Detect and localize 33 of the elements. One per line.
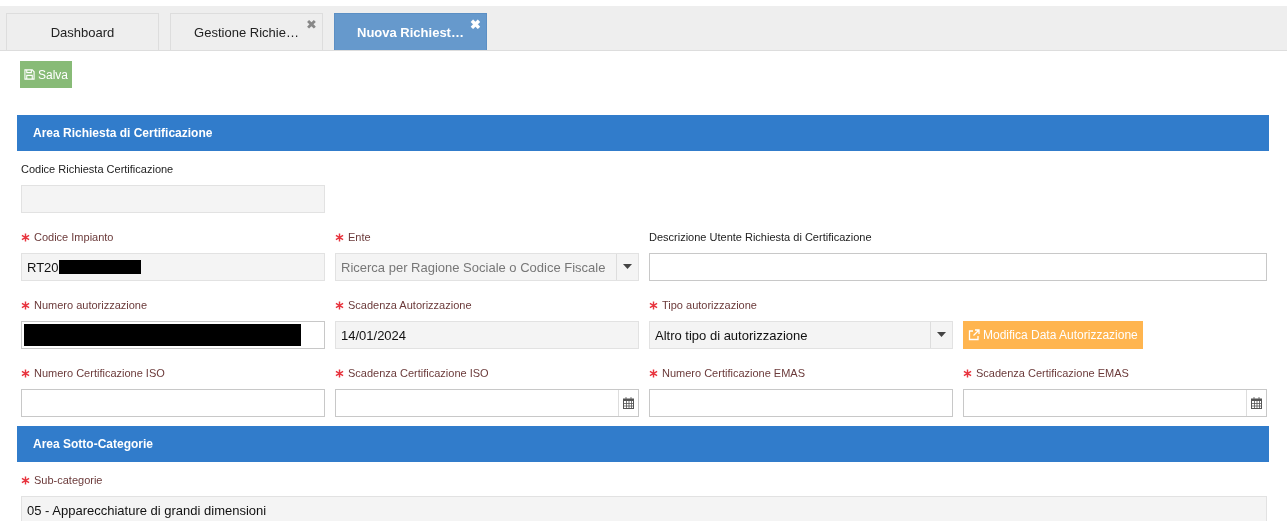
input-field[interactable]: [21, 389, 325, 417]
caret-icon: [937, 332, 946, 337]
input-field[interactable]: 14/01/2024: [335, 321, 639, 349]
field-label: Codice Impianto: [34, 231, 114, 243]
field-label: Descrizione Utente Richiesta di Certificazione: [649, 231, 872, 243]
caret-icon: [623, 264, 632, 269]
field-label: Scadenza Autorizzazione: [348, 299, 472, 311]
external-link-icon: [968, 329, 980, 341]
input-field[interactable]: [649, 253, 1267, 281]
select-field[interactable]: Altro tipo di autorizzazione: [649, 321, 953, 349]
field-label: Scadenza Certificazione ISO: [348, 367, 489, 379]
field-label: Tipo autorizzazione: [662, 299, 757, 311]
input-field[interactable]: [21, 321, 325, 349]
field-label: Numero autorizzazione: [34, 299, 148, 311]
calendar-icon: [1251, 397, 1262, 409]
input-field[interactable]: [963, 389, 1267, 417]
input-field[interactable]: [649, 389, 953, 417]
field-label: Ente: [348, 231, 371, 243]
tab[interactable]: Dashboard: [6, 13, 159, 50]
field-label: Numero Certificazione ISO: [34, 367, 165, 379]
calendar-icon: [623, 397, 634, 409]
input-field[interactable]: [21, 185, 325, 213]
field-label: Numero Certificazione EMAS: [662, 367, 806, 379]
field-label: Scadenza Certificazione EMAS: [976, 367, 1129, 379]
section-title: Area Richiesta di Certificazione: [33, 126, 213, 140]
field-label: Codice Richiesta Certificazione: [21, 163, 174, 175]
input-field[interactable]: RT20: [21, 253, 325, 281]
select-field[interactable]: Ricerca per Ragione Sociale o Codice Fiscale: [335, 253, 639, 281]
tab[interactable]: Gestione Richie… ✖: [170, 13, 323, 50]
section-title: Area Sotto-Categorie: [33, 437, 154, 451]
field-label: Sub-categorie: [34, 474, 103, 486]
input-field[interactable]: [335, 389, 639, 417]
input-field[interactable]: 05 - Apparecchiature di grandi dimensioni: [21, 496, 1267, 521]
